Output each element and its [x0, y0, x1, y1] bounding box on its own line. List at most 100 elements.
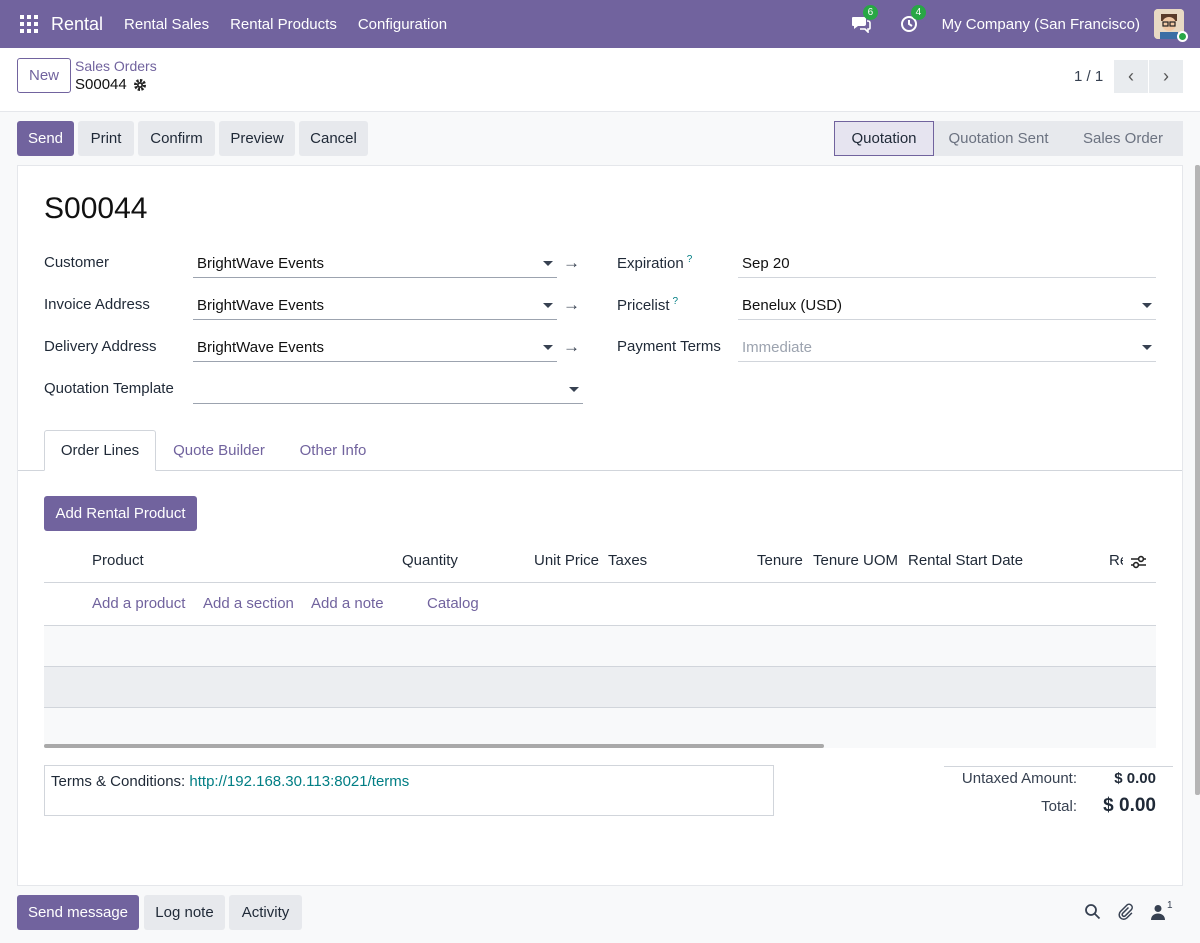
- confirm-button[interactable]: Confirm: [138, 121, 215, 156]
- column-truncated[interactable]: Re: [1109, 552, 1123, 569]
- online-status-dot: [1177, 31, 1188, 42]
- log-note-button[interactable]: Log note: [144, 895, 225, 930]
- pricelist-label: Pricelist?: [617, 296, 678, 314]
- top-navbar: Rental Rental Sales Rental Products Conf…: [0, 0, 1200, 48]
- chevron-down-icon[interactable]: [543, 303, 553, 308]
- empty-row: [44, 626, 1156, 666]
- chevron-down-icon[interactable]: [1142, 303, 1152, 308]
- invoice-address-label: Invoice Address: [44, 296, 150, 313]
- status-bar: Quotation Quotation Sent Sales Order: [834, 121, 1183, 156]
- preview-button[interactable]: Preview: [219, 121, 295, 156]
- chevron-left-icon: ‹: [1128, 66, 1134, 86]
- column-quantity[interactable]: Quantity: [402, 552, 458, 569]
- pricelist-label-text: Pricelist: [617, 297, 670, 314]
- breadcrumb-sales-orders[interactable]: Sales Orders: [75, 58, 157, 74]
- pricelist-value: Benelux (USD): [742, 297, 843, 314]
- column-taxes[interactable]: Taxes: [608, 552, 647, 569]
- delivery-address-label: Delivery Address: [44, 338, 157, 355]
- activity-button[interactable]: Activity: [229, 895, 302, 930]
- chevron-right-icon: ›: [1163, 66, 1169, 86]
- untaxed-amount-value: $ 0.00: [1114, 770, 1156, 787]
- user-icon: [1151, 905, 1165, 920]
- empty-row: [44, 667, 1156, 707]
- column-tenure[interactable]: Tenure: [757, 552, 803, 569]
- search-icon[interactable]: [1084, 903, 1101, 920]
- pricelist-help-icon[interactable]: ?: [673, 296, 679, 307]
- add-section-link[interactable]: Add a section: [203, 595, 294, 612]
- delivery-address-field[interactable]: BrightWave Events: [193, 334, 557, 362]
- add-product-link[interactable]: Add a product: [92, 595, 185, 612]
- delivery-address-value: BrightWave Events: [197, 339, 324, 356]
- terms-conditions-field[interactable]: Terms & Conditions: http://192.168.30.11…: [44, 765, 774, 816]
- chevron-down-icon[interactable]: [569, 387, 579, 392]
- empty-row: [44, 708, 1156, 748]
- tab-quote-builder[interactable]: Quote Builder: [160, 430, 278, 471]
- send-message-button[interactable]: Send message: [17, 895, 139, 930]
- stage-sales-order[interactable]: Sales Order: [1063, 121, 1183, 156]
- messages-button[interactable]: 6: [850, 5, 879, 35]
- expiration-help-icon[interactable]: ?: [687, 254, 693, 265]
- optional-columns-icon[interactable]: [1130, 554, 1147, 570]
- user-avatar[interactable]: [1154, 9, 1188, 42]
- add-rental-product-button[interactable]: Add Rental Product: [44, 496, 197, 531]
- terms-link[interactable]: http://192.168.30.113:8021/terms: [189, 773, 409, 790]
- tab-other-info[interactable]: Other Info: [284, 430, 382, 471]
- invoice-address-value: BrightWave Events: [197, 297, 324, 314]
- total-value: $ 0.00: [1103, 795, 1156, 816]
- customer-field[interactable]: BrightWave Events: [193, 250, 557, 278]
- gear-icon[interactable]: [133, 78, 147, 92]
- send-button[interactable]: Send: [17, 121, 74, 156]
- breadcrumb-current: S00044: [75, 76, 147, 93]
- expiration-field[interactable]: Sep 20: [738, 250, 1156, 278]
- menu-rental-products[interactable]: Rental Products: [230, 16, 337, 33]
- add-note-link[interactable]: Add a note: [311, 595, 384, 612]
- expiration-value: Sep 20: [742, 255, 790, 272]
- customer-value: BrightWave Events: [197, 255, 324, 272]
- chevron-down-icon[interactable]: [543, 261, 553, 266]
- quotation-template-label: Quotation Template: [44, 380, 174, 397]
- followers-button[interactable]: 1: [1150, 900, 1180, 922]
- paperclip-icon[interactable]: [1116, 902, 1134, 920]
- form-sheet: S00044 Customer BrightWave Events → Invo…: [17, 165, 1183, 886]
- invoice-address-open-arrow-icon[interactable]: →: [563, 295, 580, 315]
- tab-order-lines[interactable]: Order Lines: [44, 430, 156, 471]
- totals-divider: [944, 766, 1173, 767]
- untaxed-amount-label: Untaxed Amount:: [961, 770, 1077, 787]
- quotation-template-field[interactable]: [193, 376, 583, 404]
- pager-next-button[interactable]: ›: [1149, 60, 1183, 93]
- apps-menu-icon[interactable]: [20, 15, 38, 33]
- activities-button[interactable]: 4: [898, 5, 927, 35]
- app-name[interactable]: Rental: [51, 14, 103, 35]
- company-switcher[interactable]: My Company (San Francisco): [942, 16, 1140, 33]
- menu-rental-sales[interactable]: Rental Sales: [124, 16, 209, 33]
- column-tenure-uom[interactable]: Tenure UOM: [813, 552, 898, 569]
- column-rental-start-date[interactable]: Rental Start Date: [908, 552, 1023, 569]
- chevron-down-icon[interactable]: [1142, 345, 1152, 350]
- new-button[interactable]: New: [17, 58, 71, 93]
- messages-badge: 6: [862, 5, 879, 20]
- catalog-link[interactable]: Catalog: [427, 595, 479, 612]
- column-unit-price[interactable]: Unit Price: [534, 552, 599, 569]
- customer-open-arrow-icon[interactable]: →: [563, 253, 580, 273]
- pricelist-field[interactable]: Benelux (USD): [738, 292, 1156, 320]
- chevron-down-icon[interactable]: [543, 345, 553, 350]
- payment-terms-placeholder: Immediate: [742, 339, 813, 356]
- page-vertical-scrollbar[interactable]: [1195, 165, 1200, 795]
- terms-label: Terms & Conditions:: [51, 773, 186, 790]
- stage-quotation[interactable]: Quotation: [834, 121, 934, 156]
- pager-previous-button[interactable]: ‹: [1114, 60, 1148, 93]
- menu-configuration[interactable]: Configuration: [358, 16, 447, 33]
- column-product[interactable]: Product: [92, 552, 144, 569]
- header-divider: [44, 582, 1156, 583]
- cancel-button[interactable]: Cancel: [299, 121, 368, 156]
- invoice-address-field[interactable]: BrightWave Events: [193, 292, 557, 320]
- stage-quotation-sent[interactable]: Quotation Sent: [934, 121, 1063, 156]
- table-horizontal-scrollbar[interactable]: [44, 744, 824, 748]
- delivery-address-open-arrow-icon[interactable]: →: [563, 337, 580, 357]
- expiration-label: Expiration?: [617, 254, 692, 272]
- payment-terms-label: Payment Terms: [617, 338, 721, 355]
- print-button[interactable]: Print: [78, 121, 134, 156]
- activities-badge: 4: [910, 5, 927, 20]
- payment-terms-field[interactable]: Immediate: [738, 334, 1156, 362]
- breadcrumb-current-label: S00044: [75, 76, 127, 93]
